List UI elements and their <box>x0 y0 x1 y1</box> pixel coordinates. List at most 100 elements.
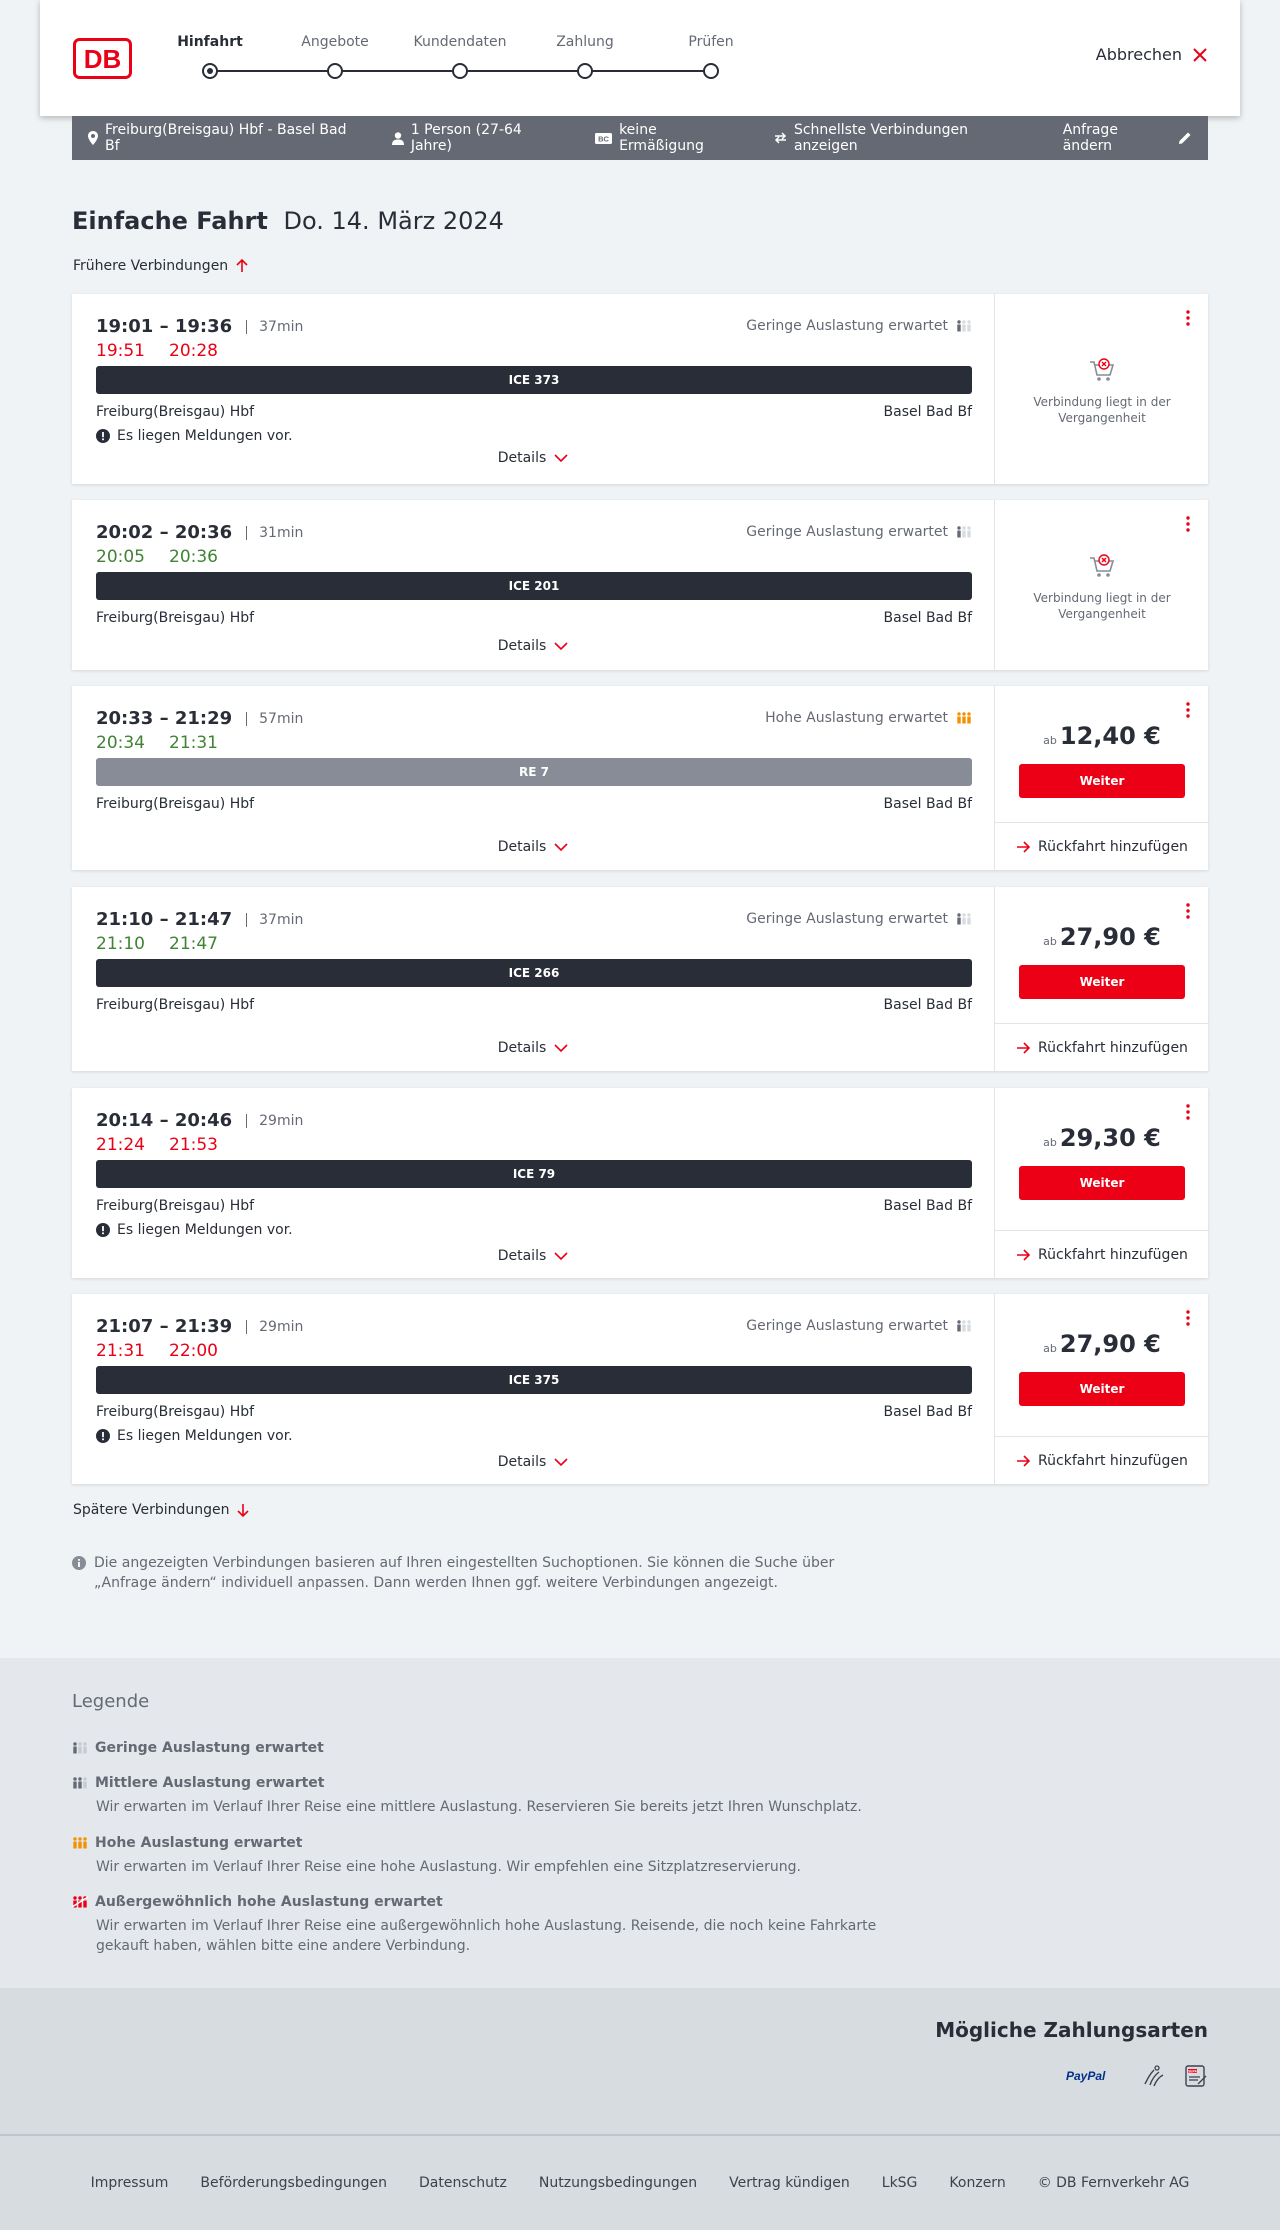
details-label: Details <box>497 839 547 855</box>
search-info-text: Die angezeigten Verbindungen basieren au… <box>94 1555 835 1591</box>
connection-info[interactable]: 20:33 – 21:29 57min 20:34 21:31 Hohe Aus… <box>72 686 994 870</box>
connection-info[interactable]: 21:10 – 21:47 37min 21:10 21:47 Geringe … <box>72 887 994 1071</box>
footer-link-lksg[interactable]: LkSG <box>882 2175 918 2191</box>
price: ab 29,30 € <box>995 1124 1209 1152</box>
continue-button[interactable]: Weiter <box>1019 965 1185 999</box>
price-prefix: ab <box>1043 935 1057 948</box>
warning-icon <box>96 1429 110 1443</box>
planned-times: 19:01 – 19:36 37min <box>96 316 303 337</box>
chevron-down-icon <box>554 454 568 462</box>
continue-button[interactable]: Weiter <box>1019 764 1185 798</box>
details-label: Details <box>497 1454 547 1470</box>
disruption-message: Es liegen Meldungen vor. <box>96 1222 293 1238</box>
footer-link-befoerderungsbedingungen[interactable]: Beförderungsbedingungen <box>200 2175 387 2191</box>
connection-info[interactable]: 19:01 – 19:36 37min 19:51 20:28 Geringe … <box>72 294 994 484</box>
chevron-down-icon <box>554 1458 568 1466</box>
details-label: Details <box>497 638 547 654</box>
add-return-trip-label: Rückfahrt hinzufügen <box>1038 1246 1188 1263</box>
planned-times-text: 20:14 – 20:46 <box>96 1110 233 1131</box>
earlier-connections-label: Frühere Verbindungen <box>73 258 229 274</box>
arrival-station: Basel Bad Bf <box>883 1404 972 1420</box>
occupancy-indicator: Geringe Auslastung erwartet <box>746 318 972 334</box>
duration: 29min <box>246 1113 303 1128</box>
step-dot-angebote <box>327 63 343 79</box>
direct-debit-icon <box>1142 2064 1166 2088</box>
price: ab 12,40 € <box>995 722 1209 750</box>
add-return-trip-button[interactable]: Rückfahrt hinzufügen <box>995 1023 1209 1071</box>
later-connections-link[interactable]: Spätere Verbindungen <box>73 1502 250 1518</box>
connection-info[interactable]: 20:02 – 20:36 31min 20:05 20:36 Geringe … <box>72 500 994 670</box>
details-toggle[interactable]: Details <box>72 450 994 466</box>
connection-info[interactable]: 21:07 – 21:39 29min 21:31 22:00 Geringe … <box>72 1294 994 1484</box>
change-request-button[interactable]: Anfrage ändern <box>1063 122 1192 154</box>
more-options-icon[interactable] <box>1184 514 1192 534</box>
continue-button[interactable]: Weiter <box>1019 1372 1185 1406</box>
legend-medium-description: Wir erwarten im Verlauf Ihrer Reise eine… <box>96 1799 862 1815</box>
realtime-times: 20:05 20:36 <box>96 547 218 567</box>
connection-card: 20:02 – 20:36 31min 20:05 20:36 Geringe … <box>72 500 1208 670</box>
step-pruefen: Prüfen <box>688 34 734 50</box>
planned-times-text: 20:02 – 20:36 <box>96 522 233 543</box>
offer-panel: ab 12,40 € Weiter Rückfahrt hinzufügen <box>994 686 1209 870</box>
disruption-text: Es liegen Meldungen vor. <box>117 428 293 444</box>
details-toggle[interactable]: Details <box>72 839 994 855</box>
details-toggle[interactable]: Details <box>72 1248 994 1264</box>
footer-link-impressum[interactable]: Impressum <box>91 2175 169 2191</box>
add-return-trip-button[interactable]: Rückfahrt hinzufügen <box>995 1230 1209 1278</box>
details-toggle[interactable]: Details <box>72 1040 994 1056</box>
price: ab 27,90 € <box>995 923 1209 951</box>
db-logo[interactable]: DB <box>73 38 132 79</box>
disruption-message: Es liegen Meldungen vor. <box>96 428 293 444</box>
planned-times: 20:14 – 20:46 29min <box>96 1110 303 1131</box>
legend-section: Legende Geringe Auslastung erwartet Mitt… <box>0 1658 1280 1988</box>
chevron-down-icon <box>554 642 568 650</box>
arrow-right-icon <box>1016 1248 1031 1261</box>
more-options-icon[interactable] <box>1184 700 1192 720</box>
legend-medium-heading: Mittlere Auslastung erwartet <box>95 1775 325 1791</box>
footer-link-konzern[interactable]: Konzern <box>949 2175 1005 2191</box>
footer-link-datenschutz[interactable]: Datenschutz <box>419 2175 507 2191</box>
more-options-icon[interactable] <box>1184 1308 1192 1328</box>
details-label: Details <box>497 1040 547 1056</box>
add-return-trip-button[interactable]: Rückfahrt hinzufügen <box>995 1436 1209 1484</box>
footer: Impressum Beförderungsbedingungen Datens… <box>0 2134 1280 2230</box>
step-dot-pruefen <box>703 63 719 79</box>
connection-info[interactable]: 20:14 – 20:46 29min 21:24 21:53 ICE 79 F… <box>72 1088 994 1278</box>
occupancy-medium-icon <box>72 1777 88 1789</box>
summary-route: Freiburg(Breisgau) Hbf - Basel Bad Bf <box>88 122 362 154</box>
realtime-arrival: 20:36 <box>169 547 218 567</box>
svg-text:PayPal: PayPal <box>1066 2069 1106 2083</box>
continue-button[interactable]: Weiter <box>1019 1166 1185 1200</box>
more-options-icon[interactable] <box>1184 901 1192 921</box>
arrow-up-icon <box>236 259 248 273</box>
earlier-connections-link[interactable]: Frühere Verbindungen <box>73 258 248 274</box>
train-bar: ICE 201 <box>96 572 972 600</box>
realtime-departure: 21:31 <box>96 1341 145 1361</box>
warning-icon <box>96 1223 110 1237</box>
realtime-times: 19:51 20:28 <box>96 341 218 361</box>
details-toggle[interactable]: Details <box>72 638 994 654</box>
footer-link-nutzungsbedingungen[interactable]: Nutzungsbedingungen <box>539 2175 697 2191</box>
more-options-icon[interactable] <box>1184 1102 1192 1122</box>
cancel-button[interactable]: Abbrechen <box>1096 45 1208 64</box>
arrow-down-icon <box>237 1503 250 1517</box>
planned-times-text: 21:10 – 21:47 <box>96 909 233 930</box>
footer-link-vertrag-kuendigen[interactable]: Vertrag kündigen <box>729 2175 850 2191</box>
planned-times: 20:33 – 21:29 57min <box>96 708 303 729</box>
planned-times: 21:10 – 21:47 37min <box>96 909 303 930</box>
summary-discount: BC keine Ermäßigung <box>595 122 744 154</box>
add-return-trip-button[interactable]: Rückfahrt hinzufügen <box>995 822 1209 870</box>
arrival-station: Basel Bad Bf <box>883 1198 972 1214</box>
later-connections-label: Spätere Verbindungen <box>73 1502 230 1518</box>
details-toggle[interactable]: Details <box>72 1454 994 1470</box>
search-summary-bar: Freiburg(Breisgau) Hbf - Basel Bad Bf 1 … <box>72 116 1208 160</box>
occupancy-low-icon <box>956 526 972 538</box>
past-connection-text: Verbindung liegt in der Vergangenheit <box>1033 591 1171 621</box>
chevron-down-icon <box>554 1252 568 1260</box>
connection-card: 21:07 – 21:39 29min 21:31 22:00 Geringe … <box>72 1294 1209 1484</box>
step-dot-zahlung <box>577 63 593 79</box>
person-icon <box>391 131 404 145</box>
more-options-icon[interactable] <box>1184 308 1192 328</box>
info-icon <box>72 1556 86 1570</box>
past-connection-note: Verbindung liegt in der Vergangenheit <box>995 552 1209 622</box>
